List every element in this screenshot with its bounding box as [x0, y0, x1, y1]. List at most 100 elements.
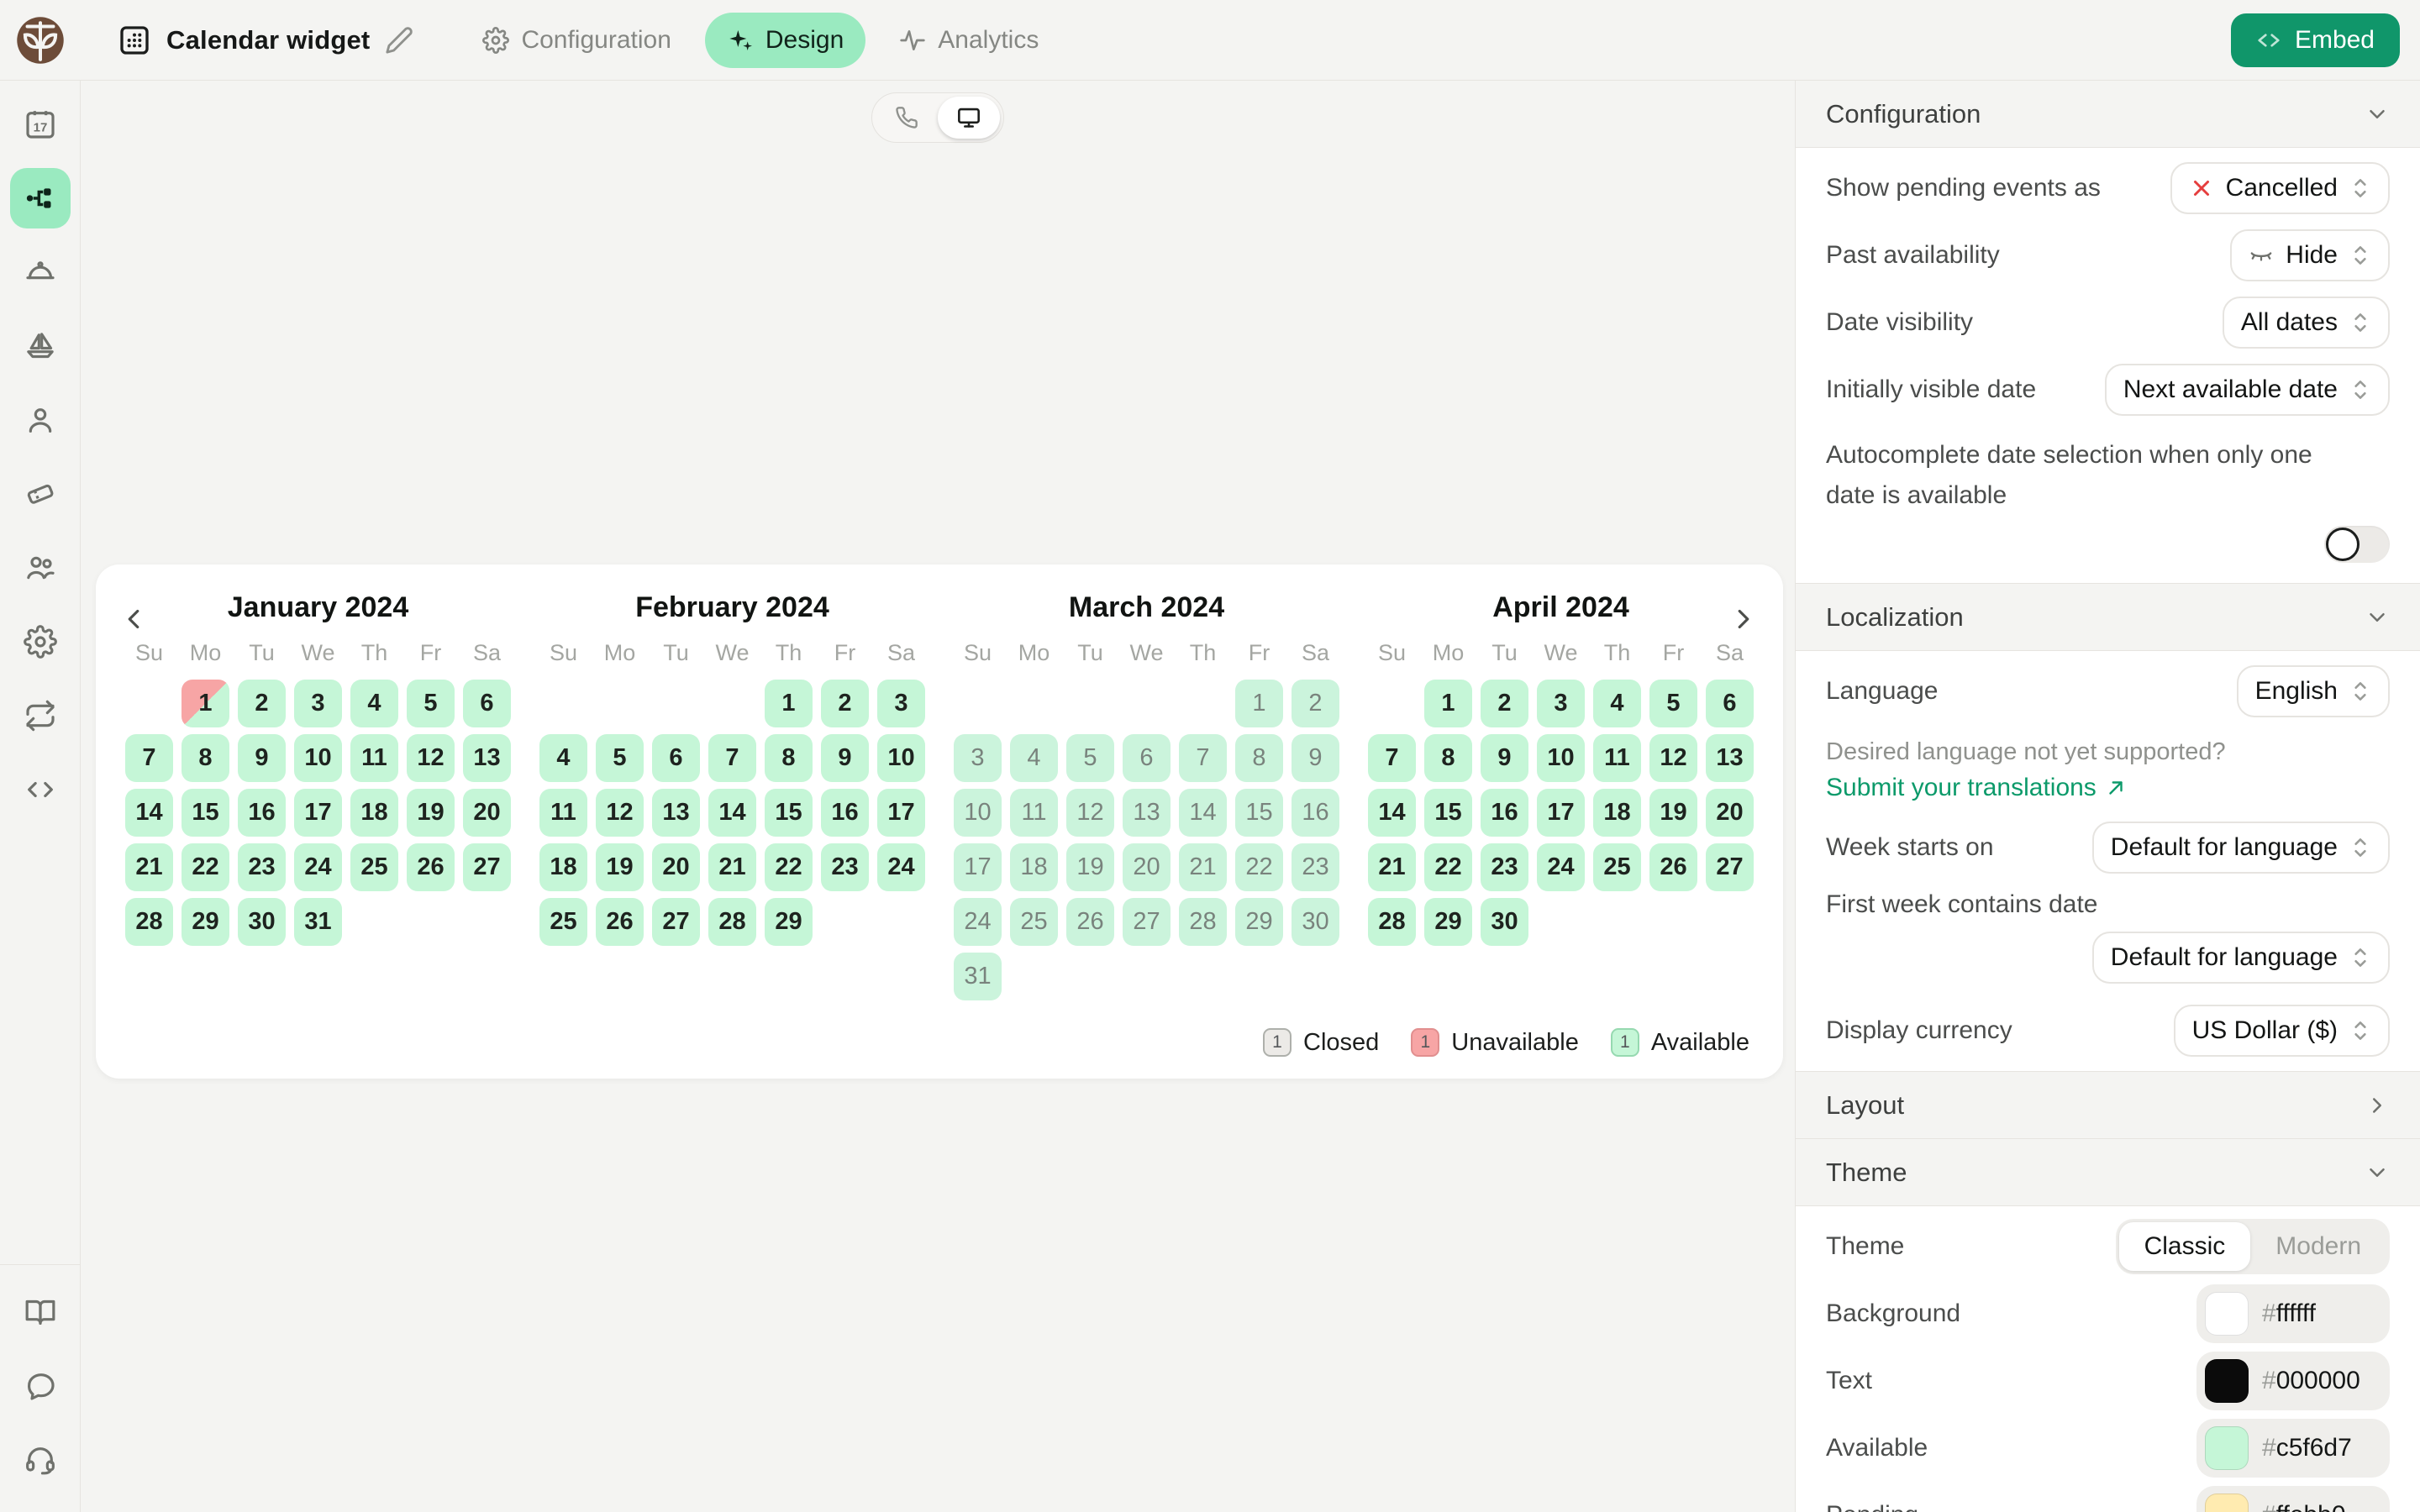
day-cell[interactable]: 30 — [1292, 898, 1339, 946]
day-cell[interactable]: 16 — [1481, 789, 1528, 837]
tab-design[interactable]: Design — [705, 13, 865, 68]
day-cell[interactable]: 30 — [1481, 898, 1528, 946]
day-cell[interactable]: 15 — [1235, 789, 1283, 837]
day-cell[interactable]: 7 — [1368, 734, 1416, 782]
tab-configuration[interactable]: Configuration — [460, 13, 692, 68]
day-cell[interactable]: 2 — [1481, 680, 1528, 727]
day-cell[interactable]: 28 — [1179, 898, 1227, 946]
day-cell[interactable]: 25 — [539, 898, 587, 946]
language-select[interactable]: English — [2237, 665, 2390, 717]
day-cell[interactable]: 28 — [125, 898, 173, 946]
day-cell[interactable]: 11 — [1593, 734, 1641, 782]
sidebar-item-support[interactable] — [10, 1430, 71, 1490]
day-cell[interactable]: 17 — [877, 789, 925, 837]
day-cell[interactable]: 5 — [1066, 734, 1114, 782]
day-cell[interactable]: 13 — [1123, 789, 1171, 837]
day-cell[interactable]: 4 — [539, 734, 587, 782]
day-cell[interactable]: 9 — [238, 734, 286, 782]
day-cell[interactable]: 29 — [1424, 898, 1472, 946]
sidebar-item-recurring[interactable] — [10, 685, 71, 746]
day-cell[interactable]: 21 — [125, 843, 173, 891]
sidebar-item-tickets[interactable] — [10, 464, 71, 524]
day-cell[interactable]: 26 — [1649, 843, 1697, 891]
day-cell[interactable]: 6 — [463, 680, 511, 727]
day-cell[interactable]: 20 — [463, 789, 511, 837]
day-cell[interactable]: 3 — [877, 680, 925, 727]
day-cell[interactable]: 27 — [463, 843, 511, 891]
day-cell[interactable]: 1 — [182, 680, 229, 727]
day-cell[interactable]: 23 — [1481, 843, 1528, 891]
day-cell[interactable]: 14 — [1179, 789, 1227, 837]
day-cell[interactable]: 21 — [1368, 843, 1416, 891]
day-cell[interactable]: 2 — [821, 680, 869, 727]
day-cell[interactable]: 6 — [1706, 680, 1754, 727]
calendar-prev-button[interactable] — [118, 603, 151, 637]
day-cell[interactable]: 19 — [596, 843, 644, 891]
day-cell[interactable]: 24 — [877, 843, 925, 891]
day-cell[interactable]: 22 — [1235, 843, 1283, 891]
day-cell[interactable]: 8 — [182, 734, 229, 782]
day-cell[interactable]: 25 — [1010, 898, 1058, 946]
day-cell[interactable]: 23 — [821, 843, 869, 891]
day-cell[interactable]: 27 — [1123, 898, 1171, 946]
day-cell[interactable]: 19 — [407, 789, 455, 837]
day-cell[interactable]: 12 — [1066, 789, 1114, 837]
day-cell[interactable]: 3 — [954, 734, 1002, 782]
day-cell[interactable]: 14 — [125, 789, 173, 837]
section-layout-header[interactable]: Layout — [1796, 1072, 2420, 1139]
day-cell[interactable]: 12 — [1649, 734, 1697, 782]
sidebar-item-settings[interactable] — [10, 612, 71, 672]
day-cell[interactable]: 8 — [1424, 734, 1472, 782]
week-starts-select[interactable]: Default for language — [2092, 822, 2390, 874]
day-cell[interactable]: 28 — [1368, 898, 1416, 946]
day-cell[interactable]: 24 — [954, 898, 1002, 946]
day-cell[interactable]: 27 — [1706, 843, 1754, 891]
day-cell[interactable]: 21 — [1179, 843, 1227, 891]
available-color-input[interactable]: #c5f6d7 — [2196, 1419, 2390, 1478]
pending-events-select[interactable]: Cancelled — [2170, 162, 2390, 214]
pencil-icon[interactable] — [385, 26, 413, 55]
day-cell[interactable]: 1 — [765, 680, 813, 727]
day-cell[interactable]: 1 — [1235, 680, 1283, 727]
day-cell[interactable]: 12 — [596, 789, 644, 837]
day-cell[interactable]: 5 — [407, 680, 455, 727]
day-cell[interactable]: 9 — [1481, 734, 1528, 782]
phone-toggle[interactable] — [876, 97, 938, 139]
embed-button[interactable]: Embed — [2231, 13, 2400, 67]
day-cell[interactable]: 17 — [294, 789, 342, 837]
day-cell[interactable]: 27 — [652, 898, 700, 946]
day-cell[interactable]: 19 — [1066, 843, 1114, 891]
submit-translations-link[interactable]: Submit your translations — [1826, 770, 2390, 814]
day-cell[interactable]: 9 — [1292, 734, 1339, 782]
day-cell[interactable]: 15 — [765, 789, 813, 837]
day-cell[interactable]: 3 — [294, 680, 342, 727]
section-localization-header[interactable]: Localization — [1796, 584, 2420, 651]
day-cell[interactable]: 2 — [238, 680, 286, 727]
day-cell[interactable]: 17 — [954, 843, 1002, 891]
section-theme-header[interactable]: Theme — [1796, 1139, 2420, 1206]
app-logo[interactable] — [0, 13, 81, 67]
sidebar-item-services[interactable] — [10, 242, 71, 302]
theme-option-classic[interactable]: Classic — [2119, 1222, 2251, 1271]
day-cell[interactable]: 30 — [238, 898, 286, 946]
day-cell[interactable]: 6 — [652, 734, 700, 782]
day-cell[interactable]: 7 — [125, 734, 173, 782]
day-cell[interactable]: 5 — [1649, 680, 1697, 727]
day-cell[interactable]: 14 — [1368, 789, 1416, 837]
day-cell[interactable]: 8 — [1235, 734, 1283, 782]
day-cell[interactable]: 18 — [350, 789, 398, 837]
sidebar-item-calendar[interactable]: 17 — [10, 94, 71, 155]
first-week-select[interactable]: Default for language — [2092, 932, 2390, 984]
day-cell[interactable]: 10 — [294, 734, 342, 782]
sidebar-item-resources[interactable] — [10, 316, 71, 376]
day-cell[interactable]: 22 — [1424, 843, 1472, 891]
day-cell[interactable]: 22 — [182, 843, 229, 891]
pending-color-input[interactable]: #ffebb0 — [2196, 1486, 2390, 1512]
day-cell[interactable]: 31 — [294, 898, 342, 946]
sidebar-item-widgets[interactable] — [10, 168, 71, 228]
day-cell[interactable]: 11 — [539, 789, 587, 837]
sidebar-item-docs[interactable] — [10, 1282, 71, 1342]
sidebar-item-team[interactable] — [10, 538, 71, 598]
day-cell[interactable]: 15 — [1424, 789, 1472, 837]
day-cell[interactable]: 5 — [596, 734, 644, 782]
